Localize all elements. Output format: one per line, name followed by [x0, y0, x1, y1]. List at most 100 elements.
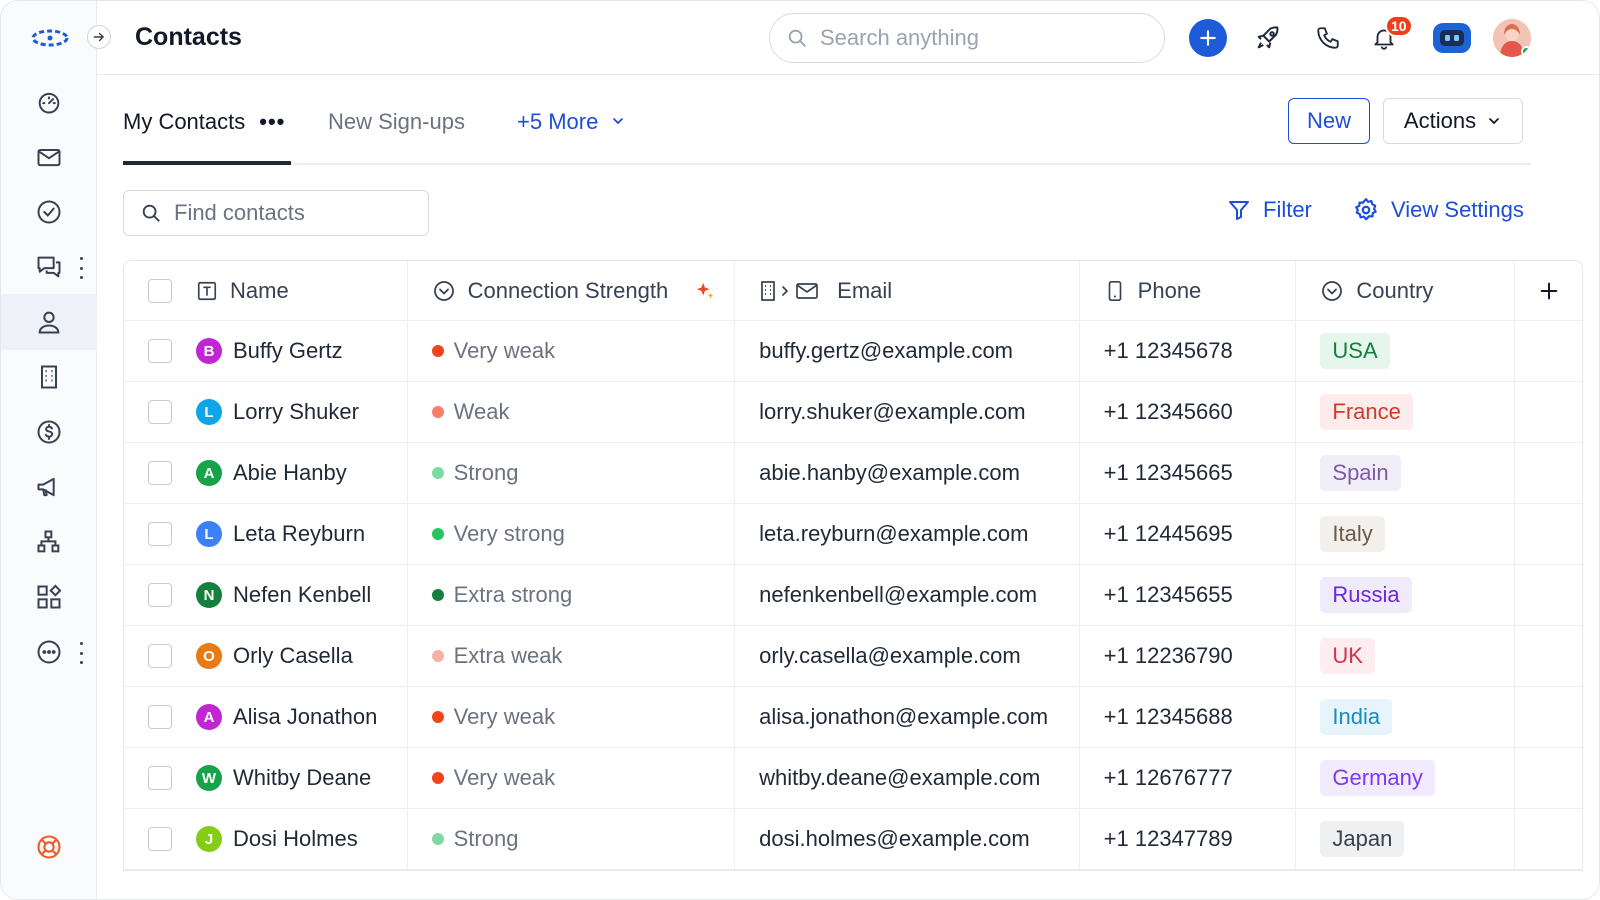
sidebar-item-mail[interactable]: [1, 129, 97, 185]
contact-name[interactable]: Leta Reyburn: [233, 521, 365, 547]
cell-country[interactable]: Spain: [1296, 443, 1516, 503]
table-row[interactable]: B Buffy Gertz Very weak buffy.gertz@exam…: [124, 321, 1582, 382]
cell-email[interactable]: orly.casella@example.com: [735, 626, 1080, 686]
cell-email[interactable]: buffy.gertz@example.com: [735, 321, 1080, 381]
cell-name[interactable]: L Lorry Shuker: [124, 382, 408, 442]
find-contacts-search[interactable]: [123, 190, 429, 236]
cell-country[interactable]: Italy: [1296, 504, 1516, 564]
row-checkbox[interactable]: [148, 705, 172, 729]
cell-connection-strength[interactable]: Extra weak: [408, 626, 736, 686]
contact-name[interactable]: Whitby Deane: [233, 765, 371, 791]
cell-phone[interactable]: +1 12445695: [1080, 504, 1297, 564]
row-checkbox[interactable]: [148, 400, 172, 424]
phone-button[interactable]: [1309, 19, 1347, 57]
contact-name[interactable]: Orly Casella: [233, 643, 353, 669]
contact-name[interactable]: Nefen Kenbell: [233, 582, 371, 608]
cell-country[interactable]: India: [1296, 687, 1516, 747]
add-column-button[interactable]: [1515, 261, 1582, 320]
sidebar-more-dots[interactable]: [77, 257, 85, 279]
cell-name[interactable]: J Dosi Holmes: [124, 809, 408, 869]
sidebar-item-workflows[interactable]: [1, 514, 97, 570]
cell-connection-strength[interactable]: Extra strong: [408, 565, 736, 625]
table-row[interactable]: A Alisa Jonathon Very weak alisa.jonatho…: [124, 687, 1582, 748]
contact-name[interactable]: Buffy Gertz: [233, 338, 343, 364]
cell-name[interactable]: O Orly Casella: [124, 626, 408, 686]
table-row[interactable]: J Dosi Holmes Strong dosi.holmes@example…: [124, 809, 1582, 870]
ai-sparkle-icon[interactable]: [694, 280, 716, 302]
cell-name[interactable]: A Alisa Jonathon: [124, 687, 408, 747]
cell-email[interactable]: abie.hanby@example.com: [735, 443, 1080, 503]
quick-add-button[interactable]: [1189, 19, 1227, 57]
cell-country[interactable]: Russia: [1296, 565, 1516, 625]
sidebar-item-campaigns[interactable]: [1, 459, 97, 515]
cell-phone[interactable]: +1 12236790: [1080, 626, 1297, 686]
filter-button[interactable]: Filter: [1227, 197, 1312, 223]
sidebar-item-deals[interactable]: [1, 404, 97, 460]
select-all-checkbox[interactable]: [148, 278, 172, 303]
row-checkbox[interactable]: [148, 644, 172, 668]
cell-email[interactable]: whitby.deane@example.com: [735, 748, 1080, 808]
sidebar-item-apps[interactable]: [1, 569, 97, 625]
notifications-button[interactable]: 10: [1365, 15, 1413, 57]
cell-phone[interactable]: +1 12676777: [1080, 748, 1297, 808]
cell-email[interactable]: alisa.jonathon@example.com: [735, 687, 1080, 747]
cell-connection-strength[interactable]: Strong: [408, 809, 736, 869]
cell-email[interactable]: lorry.shuker@example.com: [735, 382, 1080, 442]
row-checkbox[interactable]: [148, 766, 172, 790]
cell-connection-strength[interactable]: Strong: [408, 443, 736, 503]
sidebar-toggle-button[interactable]: [87, 25, 111, 49]
sidebar-item-dashboard[interactable]: [1, 74, 97, 130]
column-header-connection[interactable]: Connection Strength: [408, 261, 736, 320]
tab-new-signups[interactable]: New Sign-ups: [328, 109, 465, 165]
sidebar-item-contacts[interactable]: [1, 294, 97, 350]
cell-connection-strength[interactable]: Very weak: [408, 687, 736, 747]
cell-name[interactable]: B Buffy Gertz: [124, 321, 408, 381]
cell-country[interactable]: France: [1296, 382, 1516, 442]
table-row[interactable]: N Nefen Kenbell Extra strong nefenkenbel…: [124, 565, 1582, 626]
app-logo[interactable]: [29, 25, 71, 51]
rocket-button[interactable]: [1249, 19, 1287, 57]
table-row[interactable]: O Orly Casella Extra weak orly.casella@e…: [124, 626, 1582, 687]
assistant-bot-button[interactable]: [1433, 23, 1471, 53]
actions-dropdown-button[interactable]: Actions: [1383, 98, 1523, 144]
row-checkbox[interactable]: [148, 339, 172, 363]
table-row[interactable]: L Leta Reyburn Very strong leta.reyburn@…: [124, 504, 1582, 565]
table-row[interactable]: A Abie Hanby Strong abie.hanby@example.c…: [124, 443, 1582, 504]
view-settings-button[interactable]: View Settings: [1353, 197, 1524, 223]
tab-options-icon[interactable]: •••: [259, 109, 285, 135]
table-row[interactable]: W Whitby Deane Very weak whitby.deane@ex…: [124, 748, 1582, 809]
cell-phone[interactable]: +1 12345688: [1080, 687, 1297, 747]
cell-country[interactable]: Japan: [1296, 809, 1516, 869]
cell-name[interactable]: L Leta Reyburn: [124, 504, 408, 564]
cell-country[interactable]: USA: [1296, 321, 1516, 381]
tab-more-dropdown[interactable]: +5 More: [517, 109, 626, 165]
cell-phone[interactable]: +1 12345660: [1080, 382, 1297, 442]
cell-name[interactable]: A Abie Hanby: [124, 443, 408, 503]
cell-connection-strength[interactable]: Weak: [408, 382, 736, 442]
cell-email[interactable]: nefenkenbell@example.com: [735, 565, 1080, 625]
cell-phone[interactable]: +1 12347789: [1080, 809, 1297, 869]
cell-country[interactable]: UK: [1296, 626, 1516, 686]
global-search[interactable]: [769, 13, 1165, 63]
sidebar-item-companies[interactable]: [1, 349, 97, 405]
cell-phone[interactable]: +1 12345665: [1080, 443, 1297, 503]
column-header-email[interactable]: Email: [735, 261, 1080, 320]
sidebar-item-help[interactable]: [1, 819, 97, 875]
contact-name[interactable]: Alisa Jonathon: [233, 704, 377, 730]
row-checkbox[interactable]: [148, 522, 172, 546]
row-checkbox[interactable]: [148, 461, 172, 485]
find-contacts-input[interactable]: [174, 200, 414, 226]
sidebar-item-tasks[interactable]: [1, 184, 97, 240]
cell-name[interactable]: W Whitby Deane: [124, 748, 408, 808]
cell-email[interactable]: dosi.holmes@example.com: [735, 809, 1080, 869]
tab-my-contacts[interactable]: My Contacts •••: [123, 109, 291, 165]
table-row[interactable]: L Lorry Shuker Weak lorry.shuker@example…: [124, 382, 1582, 443]
sidebar-more-dots-2[interactable]: [77, 642, 85, 664]
cell-connection-strength[interactable]: Very strong: [408, 504, 736, 564]
column-header-country[interactable]: Country: [1296, 261, 1516, 320]
cell-country[interactable]: Germany: [1296, 748, 1516, 808]
column-header-name[interactable]: Name: [124, 261, 408, 320]
global-search-input[interactable]: [820, 25, 1140, 51]
row-checkbox[interactable]: [148, 583, 172, 607]
cell-email[interactable]: leta.reyburn@example.com: [735, 504, 1080, 564]
